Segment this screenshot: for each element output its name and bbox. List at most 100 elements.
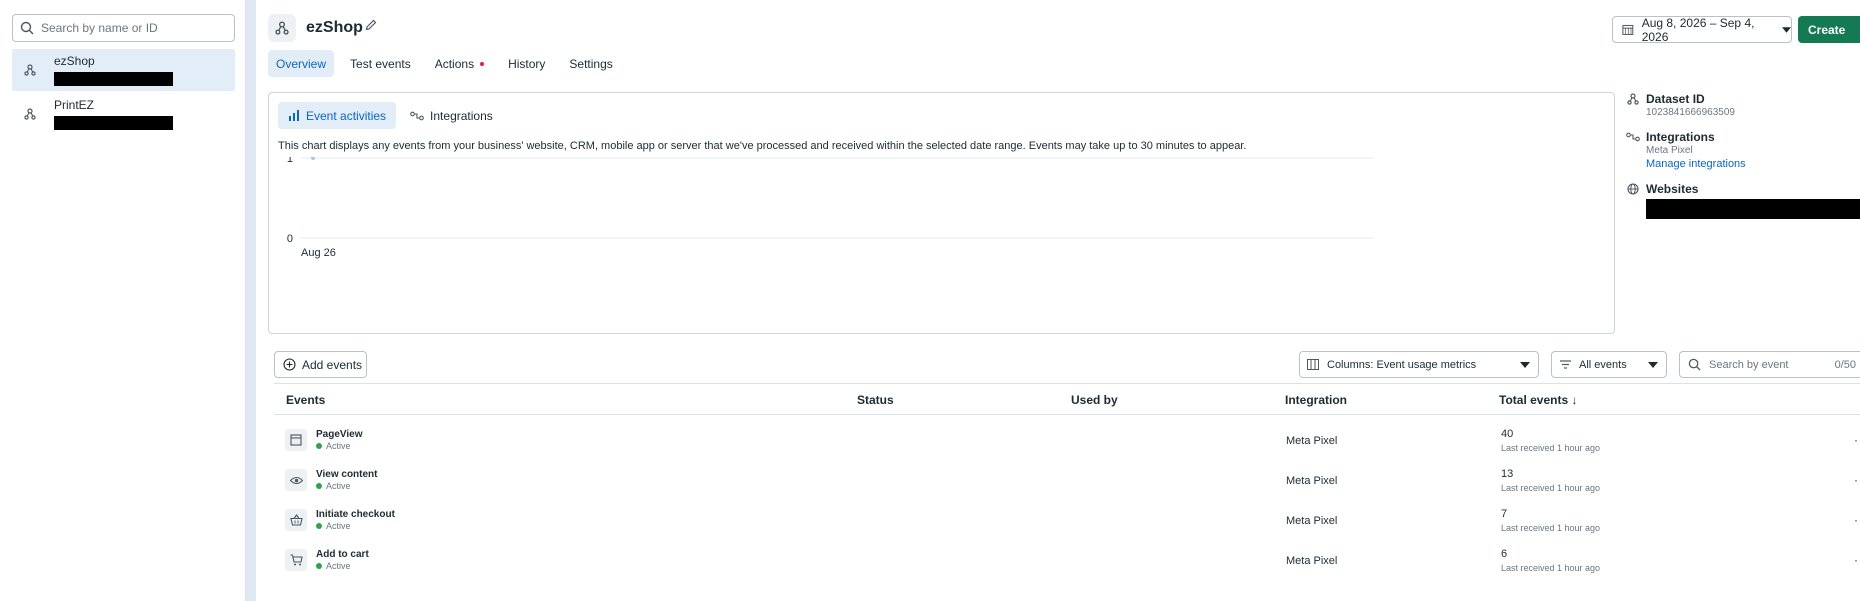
event-status: Active [316,561,351,571]
dataset-id-section: Dataset ID 1023841666963509 [1626,92,1860,118]
more-icon[interactable]: · [1854,473,1858,487]
create-button-label: Create [1808,22,1846,37]
dataset-icon [1626,93,1640,105]
total-events-value: 13 [1501,468,1514,480]
column-header-used-by[interactable]: Used by [1071,393,1118,407]
chart-tabs: Event activities Integrations [278,102,507,129]
search-placeholder: Search by event [1709,358,1789,371]
column-header-total-events[interactable]: Total events ↓ [1499,393,1577,407]
tab-event-activities[interactable]: Event activities [278,102,397,129]
table-row[interactable]: View content Active Meta Pixel 13 Last r… [274,461,1860,501]
more-icon[interactable]: · [1854,433,1858,447]
active-dot [316,483,322,489]
dataset-name: PrintEZ [54,98,95,112]
column-header-status[interactable]: Status [857,393,894,407]
dataset-id-value: 1023841666963509 [1646,107,1735,118]
caret-down-icon [1520,361,1530,368]
last-received: Last received 1 hour ago [1501,443,1601,453]
tab-label: Actions [434,56,475,71]
table-row[interactable]: Initiate checkout Active Meta Pixel 7 La… [274,501,1860,541]
integration-value: Meta Pixel [1286,555,1338,567]
cart-icon [285,549,307,571]
table-row[interactable]: Add to cart Active Meta Pixel 6 Last rec… [274,541,1860,581]
column-header-events[interactable]: Events [286,393,325,407]
redacted-dataset-id [54,72,173,86]
dataset-search-input[interactable]: Search by name or ID [12,14,235,42]
filter-label: All events [1579,358,1627,371]
status-label: Active [326,441,351,451]
x-tick-label: Aug 26 [301,247,336,259]
total-events-value: 40 [1501,428,1514,440]
integrations-label: Integrations [1646,130,1715,144]
dataset-sidebar: Search by name or ID ezShop PrintEZ [0,0,246,601]
date-range-label: Aug 8, 2026 – Sep 4, 2026 [1641,15,1755,44]
more-icon[interactable]: · [1854,553,1858,567]
page-title: ezShop [306,19,363,36]
event-activity-chart: 1 0 Aug 26 [287,157,1374,259]
caret-down-icon [1782,26,1791,33]
tab-settings[interactable]: Settings [561,50,620,77]
event-name[interactable]: View content [316,469,378,480]
events-table: Events Status Used by Integration Total … [274,383,1860,581]
chart-description: This chart displays any events from your… [278,140,1247,152]
add-events-button[interactable]: Add events [274,351,367,378]
y-tick-label: 1 [287,157,293,165]
notification-dot [480,61,485,66]
tab-integrations[interactable]: Integrations [400,102,503,129]
search-icon [20,21,34,35]
event-activity-card: Event activities Integrations This chart… [268,92,1615,334]
columns-dropdown[interactable]: Columns: Event usage metrics [1299,351,1539,378]
total-events-value: 7 [1501,508,1508,520]
dataset-item-printez[interactable]: PrintEZ [12,93,235,135]
column-header-integration[interactable]: Integration [1285,393,1347,407]
columns-label: Columns: Event usage metrics [1327,358,1477,371]
tab-label: Settings [569,56,613,71]
event-name[interactable]: Initiate checkout [316,509,395,520]
search-char-count: 0/50 [1834,358,1856,371]
last-received: Last received 1 hour ago [1501,563,1601,573]
websites-label: Websites [1646,182,1699,196]
tab-test-events[interactable]: Test events [342,50,419,77]
manage-integrations-link[interactable]: Manage integrations [1646,158,1860,170]
sidebar-divider [246,0,256,601]
table-row[interactable]: PageView Active Meta Pixel 40 Last recei… [274,421,1860,461]
last-received: Last received 1 hour ago [1501,483,1601,493]
tab-label: Overview [276,56,327,71]
dataset-info-panel: Dataset ID 1023841666963509 Integrations… [1626,92,1860,231]
more-icon[interactable]: · [1854,513,1858,527]
integration-value: Meta Pixel [1286,435,1338,447]
event-status: Active [316,481,351,491]
dataset-name: ezShop [54,54,95,68]
data-point[interactable] [311,157,315,160]
dataset-icon [20,60,40,80]
pencil-icon[interactable] [364,18,378,37]
event-status: Active [316,441,351,451]
calendar-icon [1622,24,1634,35]
bar-chart-icon [288,110,300,121]
page-icon [285,429,307,451]
active-dot [316,523,322,529]
create-button[interactable]: Create [1798,16,1860,43]
search-icon [1688,358,1701,371]
tab-history[interactable]: History [500,50,553,77]
integration-icon [410,111,424,121]
tab-overview[interactable]: Overview [268,50,335,77]
integrations-value: Meta Pixel [1646,145,1693,156]
page-tabs: Overview Test events Actions History Set… [268,50,629,77]
date-range-picker[interactable]: Aug 8, 2026 – Sep 4, 2026 [1612,15,1792,44]
event-name[interactable]: PageView [316,429,363,440]
events-manager-app: Search by name or ID ezShop PrintEZ ezSh… [0,0,1860,601]
tab-actions[interactable]: Actions [427,50,492,77]
y-tick-label: 0 [287,233,293,245]
event-name[interactable]: Add to cart [316,549,369,560]
basket-icon [285,509,307,531]
dataset-item-ezshop[interactable]: ezShop [12,49,235,91]
event-search-input[interactable]: Search by event 0/50 [1679,351,1860,378]
integration-value: Meta Pixel [1286,475,1338,487]
dataset-icon [268,14,296,42]
active-dot [316,563,322,569]
status-label: Active [326,561,351,571]
caret-down-icon [1648,361,1658,368]
filter-icon [1560,360,1571,369]
event-filter-dropdown[interactable]: All events [1551,351,1667,378]
